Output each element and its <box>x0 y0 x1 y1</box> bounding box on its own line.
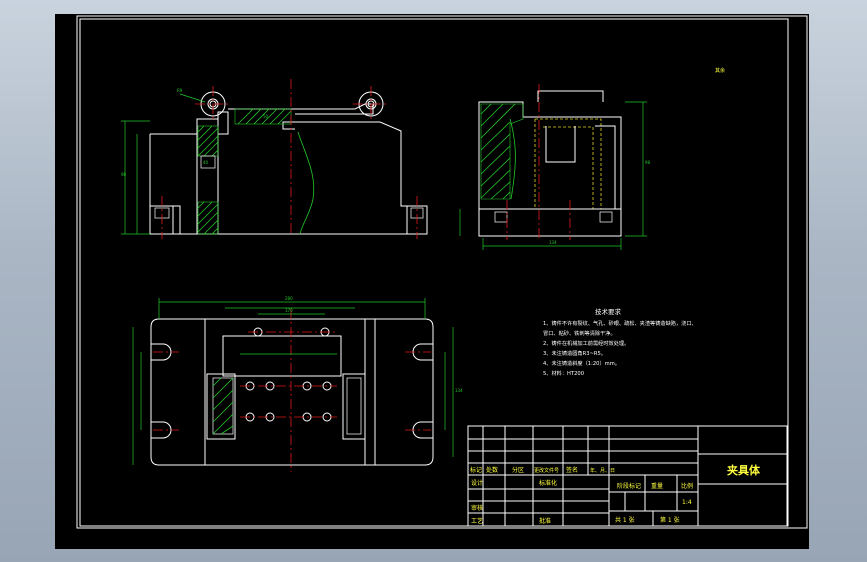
svg-text:280: 280 <box>285 296 293 301</box>
roughness-annotation: 其余 <box>715 67 725 74</box>
header-signature: 签名 <box>566 466 578 474</box>
svg-text:40: 40 <box>203 160 209 165</box>
tech-requirement-2: 2、铸件在机械加工前需经时效处理。 <box>543 339 629 347</box>
header-date: 年、月、日 <box>590 467 615 474</box>
title-block: 标记 处数 分区 更改文件号 签名 年、月、日 设计 标准化 阶段标记 重量 比… <box>467 425 788 527</box>
technical-requirements: 技术要求 1、铸件不许有裂纹、气孔、砂眼、疏松、夹渣等铸造缺陷，浇口、 冒口、粘… <box>543 307 697 377</box>
drawing-title: 夹具体 <box>727 463 761 477</box>
design-label: 设计 <box>471 479 483 487</box>
drawing-sheet[interactable]: 98 R9 40 50 98 134 其余 280 170 134 技术要求 1… <box>55 14 809 549</box>
scale-value: 1:4 <box>682 499 692 506</box>
tech-requirement-3: 3、未注铸造圆角R3~R5。 <box>543 349 606 357</box>
header-count: 处数 <box>486 466 498 474</box>
svg-text:R9: R9 <box>177 88 183 93</box>
header-change-doc: 更改文件号 <box>534 467 559 474</box>
side-view: 98 134 其余 <box>459 67 725 250</box>
svg-text:134: 134 <box>549 240 557 245</box>
svg-text:98: 98 <box>645 160 651 165</box>
process-label: 工艺 <box>471 517 483 525</box>
standard-label: 标准化 <box>539 479 557 487</box>
drawing-canvas[interactable]: 98 R9 40 50 98 134 其余 280 170 134 技术要求 1… <box>55 14 809 549</box>
sheets-total: 共 1 张 <box>615 516 635 524</box>
inner-border <box>79 18 789 527</box>
tech-requirement-5: 5、材料：HT200 <box>543 369 584 377</box>
front-view: 98 R9 40 50 <box>121 79 428 239</box>
scale-label: 比例 <box>681 482 693 490</box>
svg-text:50: 50 <box>263 114 269 119</box>
svg-text:170: 170 <box>285 308 293 313</box>
tech-requirements-heading: 技术要求 <box>595 307 622 316</box>
cad-application-window: 98 R9 40 50 98 134 其余 280 170 134 技术要求 1… <box>0 0 867 562</box>
approve-label: 批准 <box>539 517 551 525</box>
tech-requirement-1b: 冒口、粘砂、铁刺等清除干净。 <box>543 329 616 337</box>
header-zone: 分区 <box>512 466 524 474</box>
tech-requirement-4: 4、未注铸造斜度（1:20）mm。 <box>543 359 620 367</box>
svg-text:98: 98 <box>121 172 127 177</box>
review-label: 审核 <box>471 504 483 512</box>
sheet-number: 第 1 张 <box>660 516 680 524</box>
header-mark: 标记 <box>470 466 482 474</box>
weight-label: 重量 <box>651 482 663 490</box>
stage-label: 阶段标记 <box>617 482 641 490</box>
svg-text:134: 134 <box>455 388 463 393</box>
tech-requirement-1: 1、铸件不许有裂纹、气孔、砂眼、疏松、夹渣等铸造缺陷，浇口、 <box>543 319 697 327</box>
top-view: 280 170 134 <box>132 296 463 472</box>
